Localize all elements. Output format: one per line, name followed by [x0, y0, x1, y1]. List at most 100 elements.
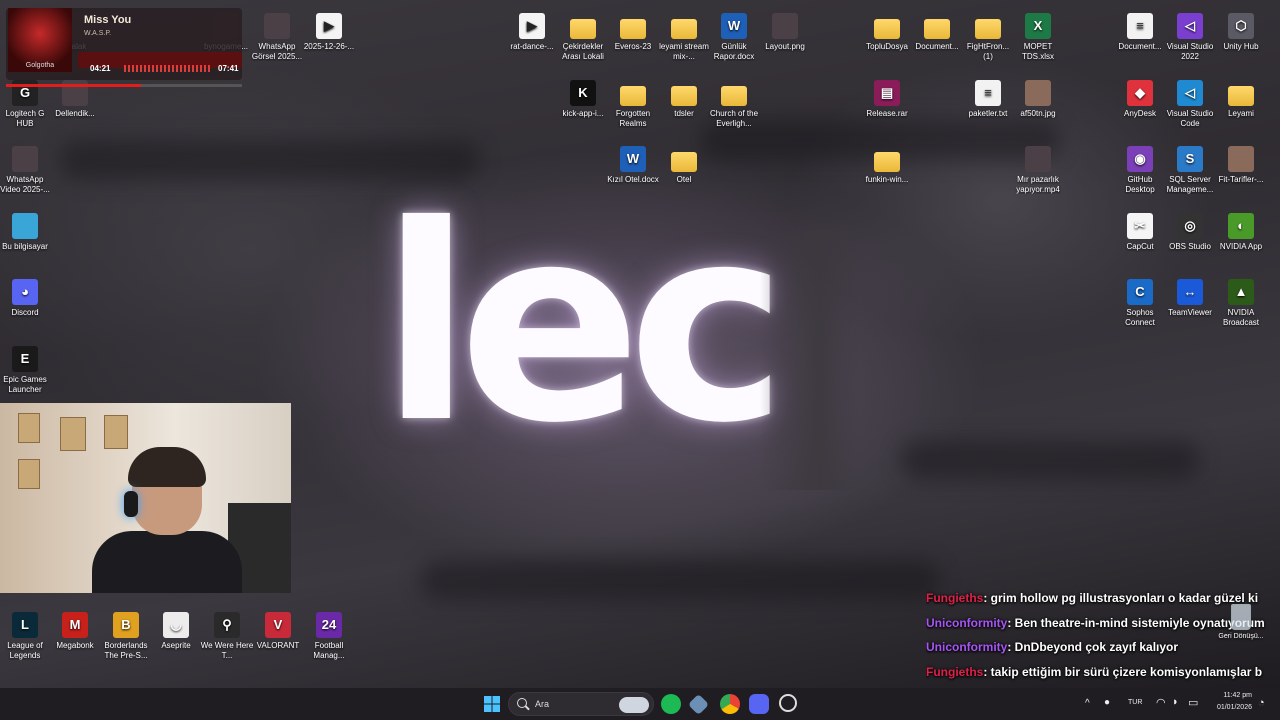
desktop-icon[interactable]: ◐ NVIDIA App: [1214, 213, 1268, 252]
desktop-icon[interactable]: E Epic Games Launcher: [0, 346, 52, 394]
desktop-icon[interactable]: ◆ AnyDesk: [1113, 80, 1167, 119]
desktop-icon-label: funkin-win...: [865, 175, 909, 184]
desktop-icon[interactable]: C Sophos Connect: [1113, 279, 1167, 327]
desktop-icon[interactable]: af50tn.jpg: [1011, 80, 1065, 119]
desktop-icon[interactable]: ⚲ We Were Here T...: [200, 612, 254, 660]
clock-time[interactable]: 11:42 pm: [1212, 692, 1252, 699]
desktop-icon[interactable]: Bu bilgisayar: [0, 213, 52, 252]
desktop-icon-label: MOPET TDS.xlsx: [1022, 42, 1054, 61]
desktop-icon-label: CapCut: [1126, 242, 1154, 251]
wifi-icon[interactable]: ◠: [1156, 696, 1166, 709]
folder-icon: [671, 19, 697, 39]
folder-icon: [671, 152, 697, 172]
recycle-bin[interactable]: Geri Dönüşü...: [1218, 604, 1264, 641]
desktop-icon[interactable]: ≡ Document...: [1113, 13, 1167, 52]
capcut-icon: ✂: [1127, 213, 1153, 239]
language-indicator[interactable]: TUR: [1128, 699, 1142, 706]
desktop-icon[interactable]: WhatsApp Video 2025-...: [0, 146, 52, 194]
desktop-icon[interactable]: ◉ GitHub Desktop: [1113, 146, 1167, 194]
desktop-icon[interactable]: Everos-23: [606, 13, 660, 52]
desktop-icon[interactable]: ▤ Release.rar: [860, 80, 914, 119]
desktop-icon[interactable]: Fit-Tarifler-...: [1214, 146, 1268, 185]
desktop-icon[interactable]: Kkick-app-i...: [556, 80, 610, 119]
desktop-icon[interactable]: W Kızıl Otel.docx: [606, 146, 660, 185]
track-artist: W.A.S.P.: [84, 30, 112, 37]
desktop-icon[interactable]: FigHtFron... (1): [961, 13, 1015, 61]
desktop-icon[interactable]: ◁ Visual Studio 2022: [1163, 13, 1217, 61]
media-player-widget[interactable]: Golgotha Miss You W.A.S.P. 04:21 07:41: [6, 8, 242, 87]
desktop-icon[interactable]: ◕ Discord: [0, 279, 52, 318]
desktop-icon[interactable]: ◎ OBS Studio: [1163, 213, 1217, 252]
folder-icon: [874, 152, 900, 172]
desktop-icon-label: paketler.txt: [968, 109, 1008, 118]
desktop-icon-label: FigHtFron... (1): [966, 42, 1010, 61]
computer-icon: [12, 213, 38, 239]
start-button[interactable]: [482, 694, 502, 714]
chrome-icon[interactable]: [720, 694, 740, 714]
desktop-icon-label: Visual Studio Code: [1166, 109, 1214, 128]
desktop-icon[interactable]: ▶ rat-dance-...: [505, 13, 559, 52]
desktop-icon[interactable]: Otel: [657, 146, 711, 185]
clock-date[interactable]: 01/01/2026: [1208, 704, 1252, 711]
desktop-icon[interactable]: M Megabonk: [48, 612, 102, 651]
desktop-icon[interactable]: funkin-win...: [860, 146, 914, 185]
windows-icon: [484, 696, 500, 712]
desktop-icon-label: leyami stream mix-...: [659, 42, 709, 61]
desktop-icon[interactable]: Çekirdekler Arası Lokali: [556, 13, 610, 61]
desktop-icon[interactable]: G Logitech G HUB: [0, 80, 52, 128]
wallpaper-logo: lec: [380, 190, 860, 490]
desktop-icon[interactable]: Leyami: [1214, 80, 1268, 119]
desktop-icon[interactable]: Forgotten Realms: [606, 80, 660, 128]
desktop-icon[interactable]: S SQL Server Manageme...: [1163, 146, 1217, 194]
desktop-icon-label: Günlük Rapor.docx: [713, 42, 755, 61]
folder-icon: [874, 19, 900, 39]
anydesk-icon: ◆: [1127, 80, 1153, 106]
search-placeholder: Ara: [535, 699, 550, 709]
desktop-icon[interactable]: tdsler: [657, 80, 711, 119]
desktop-icon-label: SQL Server Manageme...: [1166, 175, 1214, 194]
desktop-icon[interactable]: V VALORANT: [251, 612, 305, 651]
desktop-icon-label: League of Legends: [7, 641, 43, 660]
desktop-icon[interactable]: ▲ NVIDIA Broadcast: [1214, 279, 1268, 327]
taskbar-search[interactable]: Ara: [508, 692, 654, 716]
desktop-icon[interactable]: Layout.png: [758, 13, 812, 52]
desktop-icon[interactable]: B Borderlands The Pre-S...: [99, 612, 153, 660]
wall-poster: [104, 415, 128, 449]
desktop-icon[interactable]: ≡ paketler.txt: [961, 80, 1015, 119]
desktop-icon-label: Dellendik...: [55, 109, 95, 118]
desktop-icon-label: kick-app-i...: [562, 109, 604, 118]
obs-taskbar-icon[interactable]: [779, 694, 797, 712]
desktop-icon[interactable]: ◁ Visual Studio Code: [1163, 80, 1217, 128]
desktop-icon[interactable]: TopluDosya: [860, 13, 914, 52]
discord-taskbar-icon[interactable]: [749, 694, 769, 714]
desktop-icon[interactable]: ⬡ Unity Hub: [1214, 13, 1268, 52]
desktop-icon[interactable]: ▶ 2025-12-26-...: [302, 13, 356, 52]
desktop-icon[interactable]: L League of Legends: [0, 612, 52, 660]
nvidia-broadcast-icon: ▲: [1228, 279, 1254, 305]
desktop-icon[interactable]: ↔ TeamViewer: [1163, 279, 1217, 318]
desktop-icon[interactable]: 24 Football Manag...: [302, 612, 356, 660]
kick-icon: K: [570, 80, 596, 106]
spotify-icon[interactable]: [661, 694, 681, 714]
desktop-icon-label: Document...: [915, 42, 959, 51]
borderlands-icon: B: [113, 612, 139, 638]
notification-bell-icon[interactable]: ◔: [1258, 697, 1265, 709]
desktop-icon[interactable]: WhatsApp Görsel 2025...: [250, 13, 304, 61]
desktop-icon[interactable]: ◡ Aseprite: [149, 612, 203, 651]
desktop-icon[interactable]: ✂ CapCut: [1113, 213, 1167, 252]
desktop-icon[interactable]: Document...: [910, 13, 964, 52]
album-art-caption: Golgotha: [25, 62, 55, 69]
desktop-icon-label: Sophos Connect: [1125, 308, 1155, 327]
tray-chevron-icon[interactable]: ^: [1085, 698, 1090, 709]
desktop-icon[interactable]: leyami stream mix-...: [657, 13, 711, 61]
desktop-icon[interactable]: Church of the Everligh...: [707, 80, 761, 128]
desktop-icon-label: VALORANT: [256, 641, 300, 650]
desktop-icon-label: 2025-12-26-...: [303, 42, 355, 51]
microphone-icon[interactable]: ●: [1104, 697, 1110, 708]
volume-icon[interactable]: ◗: [1172, 696, 1179, 708]
desktop-icon[interactable]: W Günlük Rapor.docx: [707, 13, 761, 61]
app-taskbar-icon[interactable]: [687, 693, 710, 716]
desktop-icon[interactable]: Mır pazarlık yapıyor.mp4: [1011, 146, 1065, 194]
battery-icon[interactable]: ▭: [1188, 696, 1198, 709]
desktop-icon[interactable]: X MOPET TDS.xlsx: [1011, 13, 1065, 61]
